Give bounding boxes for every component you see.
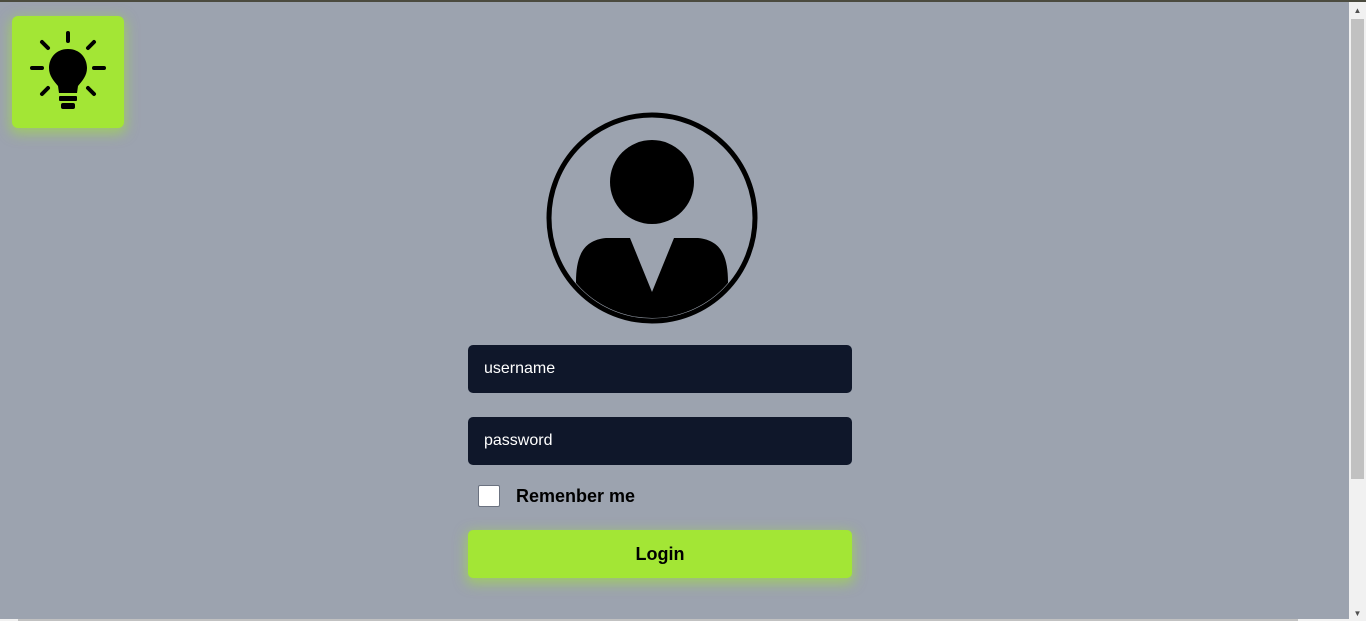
scroll-up-arrow-icon[interactable]: ▲ xyxy=(1349,2,1366,18)
remember-me-row: Remenber me xyxy=(478,483,635,509)
username-field-container xyxy=(468,345,852,393)
username-input[interactable] xyxy=(468,345,852,393)
theme-toggle-button[interactable] xyxy=(12,16,124,128)
scroll-down-arrow-icon[interactable]: ▼ xyxy=(1349,605,1366,621)
lightbulb-icon xyxy=(30,31,106,109)
password-field-container xyxy=(468,417,852,465)
login-button[interactable]: Login xyxy=(468,530,852,578)
user-avatar-icon xyxy=(546,112,758,324)
remember-me-checkbox[interactable] xyxy=(478,485,500,507)
remember-me-label[interactable]: Remenber me xyxy=(516,486,635,507)
scrollbar-thumb[interactable] xyxy=(1351,19,1364,479)
login-page: Remenber me Login xyxy=(0,2,1349,619)
vertical-scrollbar[interactable]: ▲ ▼ xyxy=(1349,2,1366,621)
password-input[interactable] xyxy=(468,417,852,465)
